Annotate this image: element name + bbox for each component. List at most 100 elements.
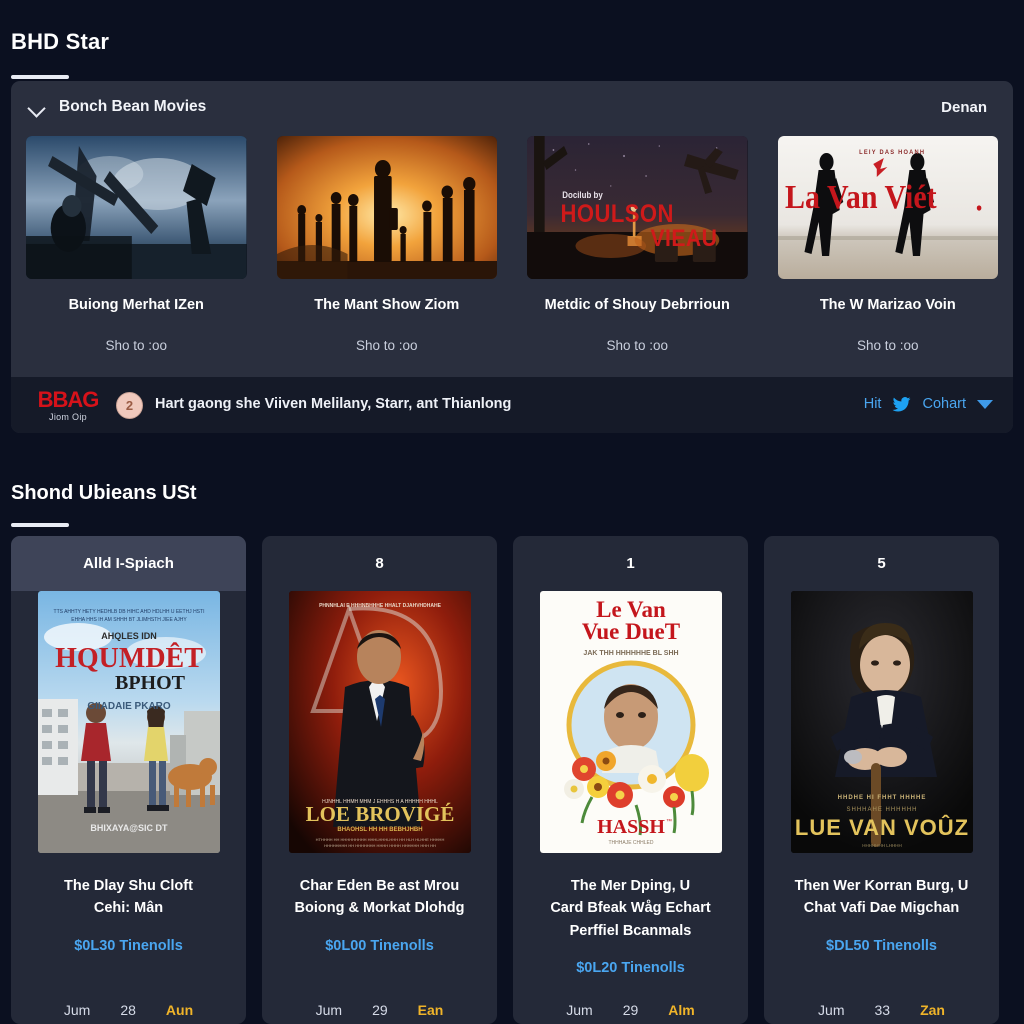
card-foot-mid: 29 bbox=[622, 1002, 639, 1018]
movie-showtime: Sho to :oo bbox=[105, 338, 168, 353]
movie-thumbnail[interactable] bbox=[276, 136, 497, 279]
card-foot-left: Jum bbox=[63, 1002, 91, 1018]
banner-link-hit[interactable]: Hit bbox=[864, 396, 882, 412]
banner-text: Hart gaong she Viiven Melilany, Starr, a… bbox=[155, 396, 512, 412]
card-price[interactable]: $0L30 Tinenolls bbox=[74, 938, 183, 954]
card-foot-right[interactable]: Zan bbox=[920, 1002, 945, 1018]
card-title-line1: The Mer Dping, U bbox=[570, 878, 691, 894]
section2-title: Shond Ubieans USt bbox=[11, 482, 197, 504]
card-title: Then Wer Korran Burg, U Chat Vafi Dae Mi… bbox=[764, 875, 999, 920]
card-footer: Jum 29 Ean bbox=[262, 1002, 497, 1018]
card-poster[interactable]: HHDHE HI FHHT HHHHE SHHHAHE HHHHHH LUE V… bbox=[790, 591, 973, 853]
caret-down-icon[interactable] bbox=[977, 399, 993, 409]
card-title-line2: Boiong & Morkat Dlohdg bbox=[294, 900, 465, 917]
card-header: 1 bbox=[626, 555, 635, 572]
poster-footer-text: BHIXAYA@SIC DT bbox=[90, 823, 168, 833]
list-item[interactable]: Alld I-Spiach TTS AHHTY HETY HEDHLB DB H… bbox=[11, 536, 246, 1024]
panel-expander-label: Bonch Bean Movies bbox=[59, 98, 207, 115]
poster-title-text-2: VIEAU bbox=[650, 225, 717, 252]
poster-credits-1: TTS AHHTY HETY HEDHLB DB HIHC AHD HDLHH … bbox=[53, 609, 204, 615]
poster-title-text: HQUMDÊT bbox=[55, 643, 203, 674]
avatar: 2 bbox=[116, 392, 143, 419]
card-price[interactable]: $0L00 Tinenolls bbox=[325, 938, 434, 954]
movie-strip-item[interactable]: Buiong Merhat IZen Sho to :oo bbox=[11, 136, 262, 353]
sunset-crowd-art bbox=[276, 136, 497, 279]
night-city-art: Docilub by HOULSON VIEAU bbox=[527, 136, 748, 279]
card-foot-mid: 29 bbox=[372, 1002, 388, 1018]
street-couple-art: TTS AHHTY HETY HEDHLB DB HIHC AHD HDLHH … bbox=[37, 591, 220, 853]
poster-title-text-2: BPHOT bbox=[114, 672, 185, 694]
card-header: 8 bbox=[375, 555, 384, 572]
card-foot-right[interactable]: Ean bbox=[418, 1002, 444, 1018]
card-foot-right[interactable]: Alm bbox=[668, 1002, 694, 1018]
bbc-logo-main: BBAG bbox=[37, 387, 100, 412]
movie-caption: Buiong Merhat IZen bbox=[68, 297, 204, 313]
card-footer: Jum 33 Zan bbox=[764, 1002, 999, 1018]
card-footer: Jum 28 Aun bbox=[11, 1002, 246, 1018]
card-title-line1: Then Wer Korran Burg, U bbox=[794, 878, 969, 894]
poster-title-text: LUE VAN VOÛZ bbox=[794, 815, 968, 840]
poster-title-text: HOULSON bbox=[561, 200, 674, 228]
poster-credits-2: SHHHAHE HHHHHH bbox=[846, 807, 917, 813]
card-header: Alld I-Spiach bbox=[11, 536, 246, 591]
poster-kicker-text: Docilub by bbox=[562, 190, 603, 201]
poster-title-text: La Van Viét bbox=[785, 177, 937, 215]
card-poster[interactable]: PHNNHLAI E HHHNBHHHE HHALT DJAHVHDHAHE H… bbox=[288, 591, 471, 853]
avatar-badge: 2 bbox=[125, 398, 134, 413]
card-foot-right[interactable]: Aun bbox=[166, 1002, 193, 1018]
poster-title-text: LOE BROVIGÉ bbox=[305, 802, 454, 826]
panel-header-right-label[interactable]: Denan bbox=[941, 99, 987, 116]
twitter-bird-icon[interactable] bbox=[892, 396, 911, 412]
poster-credits-2: EHHA HHS IH AM SHHH BT JLIMHSTH JIEE AJH… bbox=[71, 617, 187, 623]
card-title-line1: The Dlay Shu Cloft bbox=[64, 878, 193, 894]
movie-strip-item[interactable]: LEIY DAS HOANH La Van Viét The W Marizao… bbox=[763, 136, 1014, 353]
poster-subtitle-text: BHAOHSL HH HH BEBHJHBH bbox=[337, 827, 422, 833]
movie-strip-item[interactable]: Docilub by HOULSON VIEAU Metdic of Shouy… bbox=[512, 136, 763, 353]
card-price[interactable]: $DL50 Tinenolls bbox=[826, 938, 937, 954]
poster-credits-3: AHQLES IDN bbox=[101, 631, 157, 641]
app-root: BHD Star Bonch Bean Movies Denan Buiong … bbox=[0, 0, 1024, 1024]
banner-actions: Hit Cohart bbox=[864, 396, 993, 412]
movie-thumbnail[interactable] bbox=[26, 136, 247, 279]
chevron-down-icon bbox=[29, 102, 47, 113]
card-foot-left: Jum bbox=[818, 1002, 845, 1018]
card-title-line3: Perffiel Bcanmals bbox=[569, 922, 692, 939]
poster-title-text-2: Vue DueT bbox=[581, 619, 679, 644]
card-poster[interactable]: Le Van Vue DueT JAK THH HHHHHHE BL SHH H… bbox=[539, 591, 722, 853]
poster-footer-sub: THHHAJE CHHLED bbox=[608, 840, 653, 846]
panel-header: Bonch Bean Movies Denan bbox=[11, 81, 1013, 136]
card-foot-left: Jum bbox=[566, 1002, 593, 1018]
red-man-art: PHNNHLAI E HHHNBHHHE HHALT DJAHVHDHAHE H… bbox=[288, 591, 471, 853]
promo-banner: BBAG Jiom Oip 2 Hart gaong she Viiven Me… bbox=[11, 377, 1013, 433]
poster-kicker-text: LEIY DAS HOANH bbox=[859, 149, 925, 156]
showtimes-card-list: Alld I-Spiach TTS AHHTY HETY HEDHLB DB H… bbox=[11, 536, 1013, 1024]
list-item[interactable]: 5 HHDHE HI FHHT HHHHE SHHHAHE HHHHHH LUE… bbox=[764, 536, 999, 1024]
page-title: BHD Star bbox=[11, 29, 110, 54]
bbc-logo: BBAG Jiom Oip bbox=[33, 389, 103, 422]
poster-footer-sub: HHHHHHH LHHHH bbox=[862, 843, 902, 848]
flowers-man-art: Le Van Vue DueT JAK THH HHHHHHE BL SHH H… bbox=[539, 591, 722, 853]
movie-strip-item[interactable]: The Mant Show Ziom Sho to :oo bbox=[262, 136, 513, 353]
banner-link-cohart[interactable]: Cohart bbox=[922, 396, 966, 412]
poster-kicker-text: GIIADAIE PKARO bbox=[87, 701, 171, 712]
poster-credits: PHNNHLAI E HHHNBHHHE HHALT DJAHVHDHAHE bbox=[319, 603, 442, 609]
card-title: Char Eden Be ast Mrou Boiong & Morkat Dl… bbox=[262, 875, 497, 920]
card-poster[interactable]: TTS AHHTY HETY HEDHLB DB HIHC AHD HDLHH … bbox=[37, 591, 220, 853]
movies-panel: Bonch Bean Movies Denan Buiong Merhat IZ… bbox=[11, 81, 1013, 433]
movie-thumbnail[interactable]: Docilub by HOULSON VIEAU bbox=[527, 136, 748, 279]
card-foot-mid: 33 bbox=[874, 1002, 891, 1018]
card-foot-left: Jum bbox=[315, 1002, 343, 1018]
movie-showtime: Sho to :oo bbox=[355, 338, 418, 353]
page-title-underline bbox=[11, 75, 69, 79]
card-footer: Jum 29 Alm bbox=[513, 1002, 748, 1018]
list-item[interactable]: 8 PHNNHLAI E HHHNBHHHE HHALT DJAHVHDHAHE… bbox=[262, 536, 497, 1024]
poster-kicker-text: JAK THH HHHHHHE BL SHH bbox=[583, 650, 678, 657]
movie-showtime: Sho to :oo bbox=[856, 338, 919, 353]
card-title-line1: Char Eden Be ast Mrou bbox=[299, 878, 460, 894]
poster-billing-1: HTHHHH HH HHHHHHHHH HHHLHHHLHHH HH HLH H… bbox=[315, 837, 444, 842]
movie-caption: The Mant Show Ziom bbox=[314, 297, 460, 313]
card-price[interactable]: $0L20 Tinenolls bbox=[576, 960, 685, 976]
panel-expander[interactable]: Bonch Bean Movies bbox=[29, 98, 206, 116]
movie-thumbnail[interactable]: LEIY DAS HOANH La Van Viét bbox=[777, 136, 998, 279]
list-item[interactable]: 1 Le Van Vue DueT JAK THH HHHHHHE BL SHH… bbox=[513, 536, 748, 1024]
